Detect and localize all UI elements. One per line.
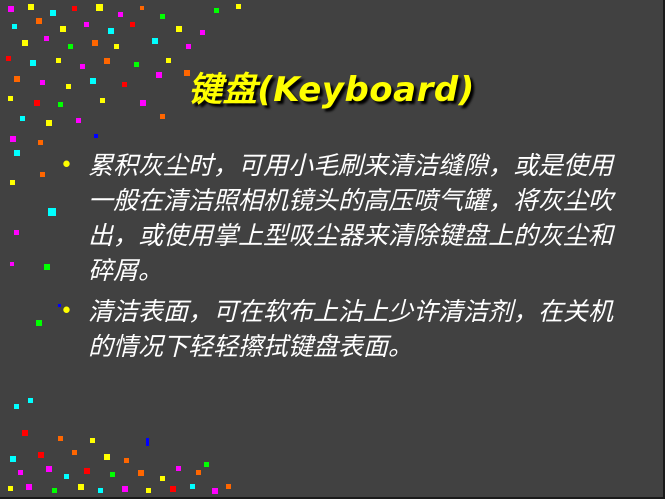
slide-title: 键盘(Keyboard) [188,70,475,110]
bullet-item: • 清洁表面，可在软布上沾上少许清洁剂，在关机的情况下轻轻擦拭键盘表面。 [60,294,620,364]
slide: 键盘(Keyboard) • 累积灰尘时，可用小毛刷来清洁缝隙，或是使用一般在清… [0,0,665,499]
bullet-text: 清洁表面，可在软布上沾上少许清洁剂，在关机的情况下轻轻擦拭键盘表面。 [88,297,614,361]
bullet-item: • 累积灰尘时，可用小毛刷来清洁缝隙，或是使用一般在清洁照相机镜头的高压喷气罐，… [60,148,620,288]
bullet-icon: • [60,299,73,324]
bullet-text: 累积灰尘时，可用小毛刷来清洁缝隙，或是使用一般在清洁照相机镜头的高压喷气罐，将灰… [88,151,614,285]
bullet-list: • 累积灰尘时，可用小毛刷来清洁缝隙，或是使用一般在清洁照相机镜头的高压喷气罐，… [60,148,620,370]
bullet-icon: • [60,153,73,178]
